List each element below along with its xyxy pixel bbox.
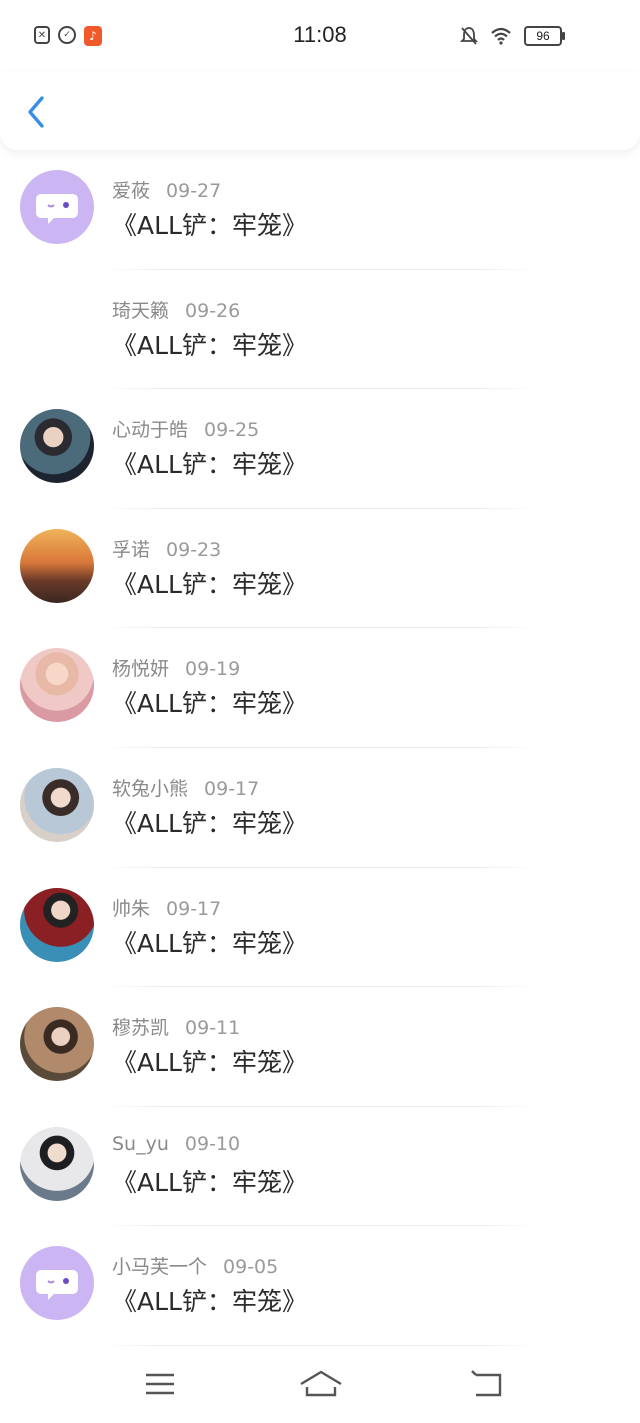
list-item[interactable]: 穆苏凯 09-11 《ALL铲：牢笼》 — [0, 987, 640, 1107]
chat-bubble-icon — [36, 194, 78, 224]
username[interactable]: 软兔小熊 — [112, 778, 188, 800]
item-meta: 心动于皓 09-25 — [112, 415, 259, 442]
username[interactable]: 杨悦妍 — [112, 658, 169, 680]
list-item[interactable]: 帅朱 09-17 《ALL铲：牢笼》 — [0, 868, 640, 988]
list-item[interactable]: 软兔小熊 09-17 《ALL铲：牢笼》 — [0, 748, 640, 868]
item-date: 09-26 — [185, 299, 241, 322]
item-date: 09-10 — [184, 1132, 241, 1155]
avatar — [20, 1007, 94, 1082]
wifi-icon — [491, 27, 511, 45]
avatar — [20, 170, 94, 244]
item-meta: 爱莜 09-27 — [112, 176, 221, 203]
item-date: 09-05 — [223, 1256, 279, 1279]
item-date: 09-23 — [166, 538, 222, 561]
item-date: 09-25 — [204, 419, 260, 442]
item-date: 09-19 — [185, 658, 241, 681]
return-icon[interactable] — [468, 1367, 508, 1401]
bell-off-icon — [460, 27, 478, 45]
item-date: 09-11 — [185, 1017, 241, 1040]
list-item[interactable]: 杨悦妍 09-19 《ALL铲：牢笼》 — [0, 628, 640, 748]
item-meta: 帅朱 09-17 — [112, 894, 221, 921]
username[interactable]: 小马芙一个 — [112, 1256, 207, 1278]
item-meta: 小马芙一个 09-05 — [112, 1252, 278, 1279]
item-title[interactable]: 《ALL铲：牢笼》 — [112, 804, 307, 840]
status-right-icons: 96 — [460, 26, 565, 46]
username[interactable]: Su_yu — [112, 1133, 169, 1155]
avatar — [20, 1126, 94, 1201]
username[interactable]: 帅朱 — [112, 898, 150, 920]
avatar — [20, 1246, 94, 1321]
list-item[interactable]: 琦天籁 09-26 《ALL铲：牢笼》 — [0, 270, 640, 390]
item-title[interactable]: 《ALL铲：牢笼》 — [112, 565, 307, 601]
menu-icon[interactable] — [140, 1367, 180, 1401]
avatar — [20, 767, 94, 842]
home-icon[interactable] — [298, 1367, 344, 1401]
item-date: 09-17 — [204, 777, 260, 800]
username[interactable]: 穆苏凯 — [112, 1017, 169, 1039]
item-meta: 穆苏凯 09-11 — [112, 1013, 240, 1040]
item-title[interactable]: 《ALL铲：牢笼》 — [112, 1043, 307, 1079]
username[interactable]: 爱莜 — [112, 180, 150, 202]
item-title[interactable]: 《ALL铲：牢笼》 — [112, 924, 307, 960]
item-meta: 孚诺 09-23 — [112, 535, 221, 562]
item-title[interactable]: 《ALL铲：牢笼》 — [112, 206, 307, 242]
item-date: 09-27 — [166, 180, 222, 202]
item-title[interactable]: 《ALL铲：牢笼》 — [112, 684, 307, 720]
avatar — [20, 648, 94, 723]
message-list: 爱莜 09-27 《ALL铲：牢笼》 琦天籁 09-26 《ALL铲：牢笼》 心动于… — [0, 150, 640, 1346]
avatar — [20, 528, 94, 603]
chat-bubble-icon — [36, 1270, 78, 1301]
item-meta: 软兔小熊 09-17 — [112, 774, 259, 801]
system-navigation-bar — [0, 1343, 640, 1423]
item-date: 09-17 — [166, 897, 222, 920]
item-meta: 琦天籁 09-26 — [112, 296, 240, 323]
username[interactable]: 心动于皓 — [112, 419, 188, 441]
item-meta: Su_yu 09-10 — [112, 1133, 240, 1155]
item-title[interactable]: 《ALL铲：牢笼》 — [112, 1282, 307, 1318]
list-item[interactable]: 小马芙一个 09-05 《ALL铲：牢笼》 — [0, 1226, 640, 1346]
status-bar: ✕ ✓ ♪ 11:08 96 — [0, 0, 640, 72]
item-title[interactable]: 《ALL铲：牢笼》 — [112, 326, 307, 362]
list-item[interactable]: 心动于皓 09-25 《ALL铲：牢笼》 — [0, 389, 640, 509]
username[interactable]: 孚诺 — [112, 539, 150, 561]
avatar — [20, 409, 94, 484]
top-header — [0, 72, 640, 150]
list-item[interactable]: 孚诺 09-23 《ALL铲：牢笼》 — [0, 509, 640, 629]
item-title[interactable]: 《ALL铲：牢笼》 — [112, 1163, 307, 1199]
chevron-left-icon[interactable] — [22, 92, 52, 132]
list-item[interactable]: Su_yu 09-10 《ALL铲：牢笼》 — [0, 1107, 640, 1227]
item-title[interactable]: 《ALL铲：牢笼》 — [112, 445, 307, 481]
battery-indicator: 96 — [524, 26, 565, 46]
list-item[interactable]: 爱莜 09-27 《ALL铲：牢笼》 — [0, 150, 640, 270]
username[interactable]: 琦天籁 — [112, 300, 169, 322]
item-meta: 杨悦妍 09-19 — [112, 654, 240, 681]
avatar — [20, 887, 94, 962]
